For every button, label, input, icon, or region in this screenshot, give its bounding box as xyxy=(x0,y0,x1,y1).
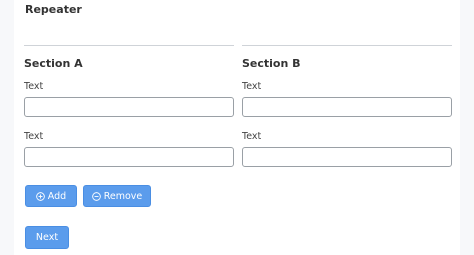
add-button[interactable]: Add xyxy=(25,185,77,207)
section-b: Section B Text Text xyxy=(242,45,452,167)
next-button-label: Next xyxy=(35,232,59,243)
remove-button[interactable]: Remove xyxy=(83,185,151,207)
minus-circle-icon xyxy=(91,191,101,201)
section-b-text-input-1[interactable] xyxy=(242,97,452,117)
remove-button-label: Remove xyxy=(103,190,143,202)
section-b-field-2-label: Text xyxy=(242,131,262,142)
plus-circle-icon xyxy=(35,191,45,201)
next-button[interactable]: Next xyxy=(25,226,69,249)
section-a-field-1-label: Text xyxy=(24,81,44,92)
section-b-field-1-label: Text xyxy=(242,81,262,92)
section-divider xyxy=(242,45,452,46)
section-a: Section A Text Text xyxy=(24,45,234,167)
section-b-title: Section B xyxy=(242,57,301,70)
section-a-title: Section A xyxy=(24,57,83,70)
form-title: Repeater xyxy=(25,3,82,16)
section-b-text-input-2[interactable] xyxy=(242,147,452,167)
add-button-label: Add xyxy=(47,190,67,202)
repeater-form: Repeater Section A Text Text Section B T… xyxy=(14,0,460,255)
section-a-field-2-label: Text xyxy=(24,131,44,142)
section-divider xyxy=(24,45,234,46)
section-a-text-input-2[interactable] xyxy=(24,147,234,167)
section-a-text-input-1[interactable] xyxy=(24,97,234,117)
